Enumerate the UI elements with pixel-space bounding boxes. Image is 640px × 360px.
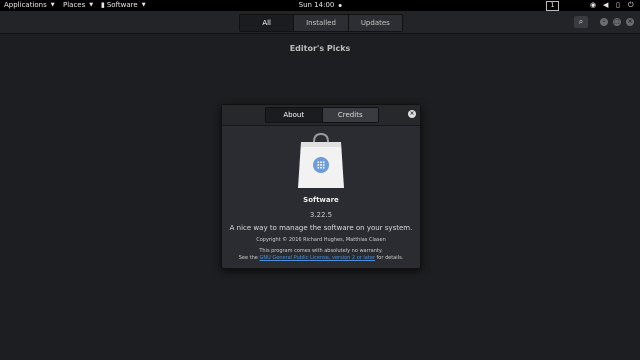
app-menu[interactable]: ▮ Software ▼ [101,0,146,11]
shopping-bag-icon [298,132,344,188]
copyright-text: Copyright © 2016 Richard Hughes, Matthia… [256,237,386,243]
volume-icon[interactable]: ◀ [603,0,608,11]
section-title: Editor's Picks [289,44,351,53]
license-prefix: See the [238,255,258,261]
top-panel: Applications ▼ Places ▼ ▮ Software ▼ Sun… [0,0,640,11]
dialog-close-button[interactable]: × [408,110,416,118]
about-dialog: About Credits × Software 3.22.5 A nice w… [221,104,421,269]
license-suffix: for details. [376,255,404,261]
header-bar: All Installed Updates ⌕ – □ × [0,11,640,34]
license-link[interactable]: GNU General Public License, version 2 or… [259,255,375,261]
minimize-icon: – [602,18,606,25]
tab-about[interactable]: About [266,108,323,122]
places-menu[interactable]: Places ▼ [63,0,93,11]
clock-label: Sun 14:00 [298,1,335,9]
license-text: See the GNU General Public License, vers… [222,255,420,261]
applications-menu[interactable]: Applications ▼ [4,0,55,11]
minimize-button[interactable]: – [600,18,608,26]
close-icon: × [409,110,415,117]
close-icon: × [627,18,633,25]
dialog-tab-switcher: About Credits [265,107,379,123]
close-window-button[interactable]: × [626,18,634,26]
tab-updates[interactable]: Updates [348,15,402,31]
menu-caret-icon: ▼ [141,2,146,8]
maximize-icon: □ [614,18,620,25]
app-description: A nice way to manage the software on you… [229,224,413,232]
search-icon: ⌕ [578,17,584,26]
notification-dot-icon [338,4,342,7]
search-button[interactable]: ⌕ [574,16,588,28]
power-icon[interactable]: ⏻ [628,0,634,11]
menu-caret-icon: ▼ [89,2,94,8]
shopping-bag-icon: ▮ [101,1,105,9]
app-name: Software [303,196,339,204]
view-switcher: All Installed Updates [239,14,403,32]
workspace-indicator[interactable]: 1 [546,1,559,11]
dialog-header: About Credits × [222,105,420,126]
clock[interactable]: Sun 14:00 [299,0,342,11]
network-icon[interactable]: ◉ [590,0,596,11]
tab-all[interactable]: All [240,15,295,31]
warranty-text: This program comes with absolutely no wa… [259,248,383,254]
applications-label: Applications [4,1,47,9]
places-label: Places [63,1,86,9]
maximize-button[interactable]: □ [613,18,621,26]
tab-installed[interactable]: Installed [294,15,349,31]
app-menu-label: Software [106,1,138,9]
app-version: 3.22.5 [309,211,333,219]
tab-credits[interactable]: Credits [322,108,378,122]
menu-caret-icon: ▼ [50,2,55,8]
battery-icon[interactable]: ▯ [616,0,620,11]
